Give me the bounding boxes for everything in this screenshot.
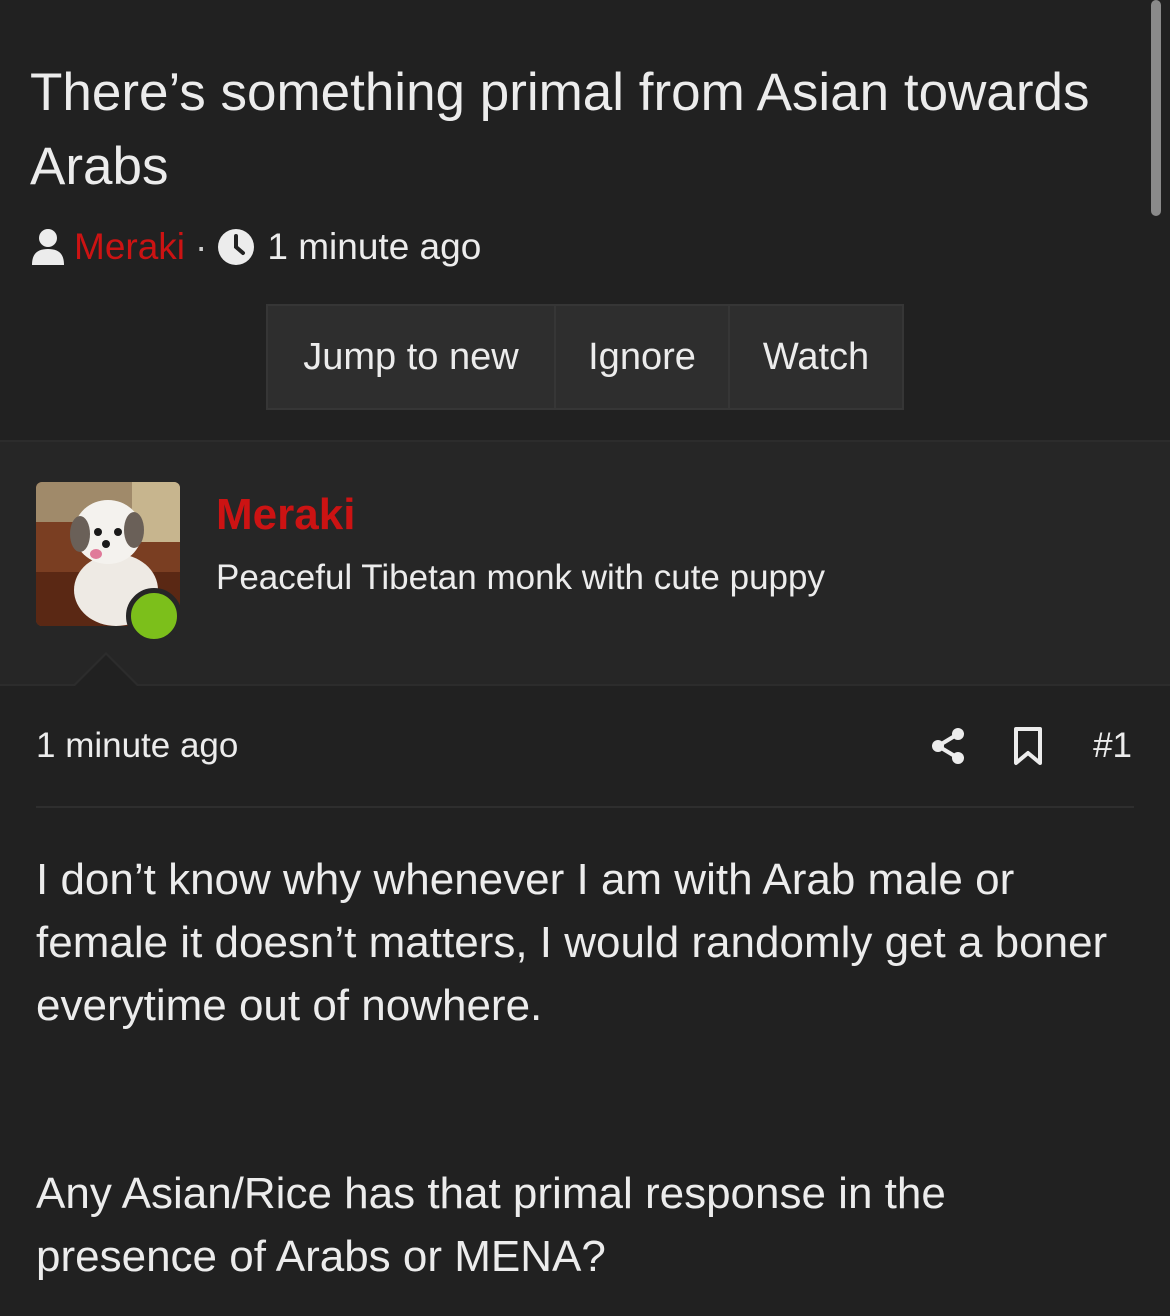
user-icon <box>32 229 64 265</box>
bookmark-icon[interactable] <box>1012 726 1044 766</box>
thread-action-buttons: Jump to new Ignore Watch <box>266 304 904 410</box>
post-paragraph: Any Asian/Rice has that primal response … <box>36 1169 946 1281</box>
meta-separator: · <box>195 226 208 267</box>
post-author-name[interactable]: Meraki <box>216 490 355 540</box>
message-arrow-inner <box>74 655 138 687</box>
post-author-block: Meraki Peaceful Tibetan monk with cute p… <box>0 440 1170 686</box>
ignore-button[interactable]: Ignore <box>556 304 730 410</box>
user-title: Peaceful Tibetan monk with cute puppy <box>216 558 825 597</box>
thread-author-link[interactable]: Meraki <box>74 226 185 268</box>
watch-button[interactable]: Watch <box>730 304 904 410</box>
clock-icon <box>218 229 255 265</box>
share-icon[interactable] <box>930 726 966 766</box>
post-divider <box>36 806 1134 808</box>
post-paragraph: I don’t know why whenever I am with Arab… <box>36 855 1108 1030</box>
thread-header: There’s something primal from Asian towa… <box>0 0 1170 440</box>
thread-page: There’s something primal from Asian towa… <box>0 0 1170 1316</box>
post-body: I don’t know why whenever I am with Arab… <box>36 848 1134 1288</box>
post-number-link[interactable]: #1 <box>1093 726 1132 766</box>
post-meta: 1 minute ago #1 <box>36 722 1134 772</box>
scrollbar[interactable] <box>1151 0 1161 216</box>
thread-meta: Meraki · 1 minute ago <box>30 222 481 272</box>
thread-title: There’s something primal from Asian towa… <box>30 63 1090 196</box>
jump-to-new-button[interactable]: Jump to new <box>266 304 556 410</box>
thread-time[interactable]: 1 minute ago <box>267 226 481 268</box>
online-status-indicator <box>126 588 182 644</box>
post-time[interactable]: 1 minute ago <box>36 726 238 766</box>
